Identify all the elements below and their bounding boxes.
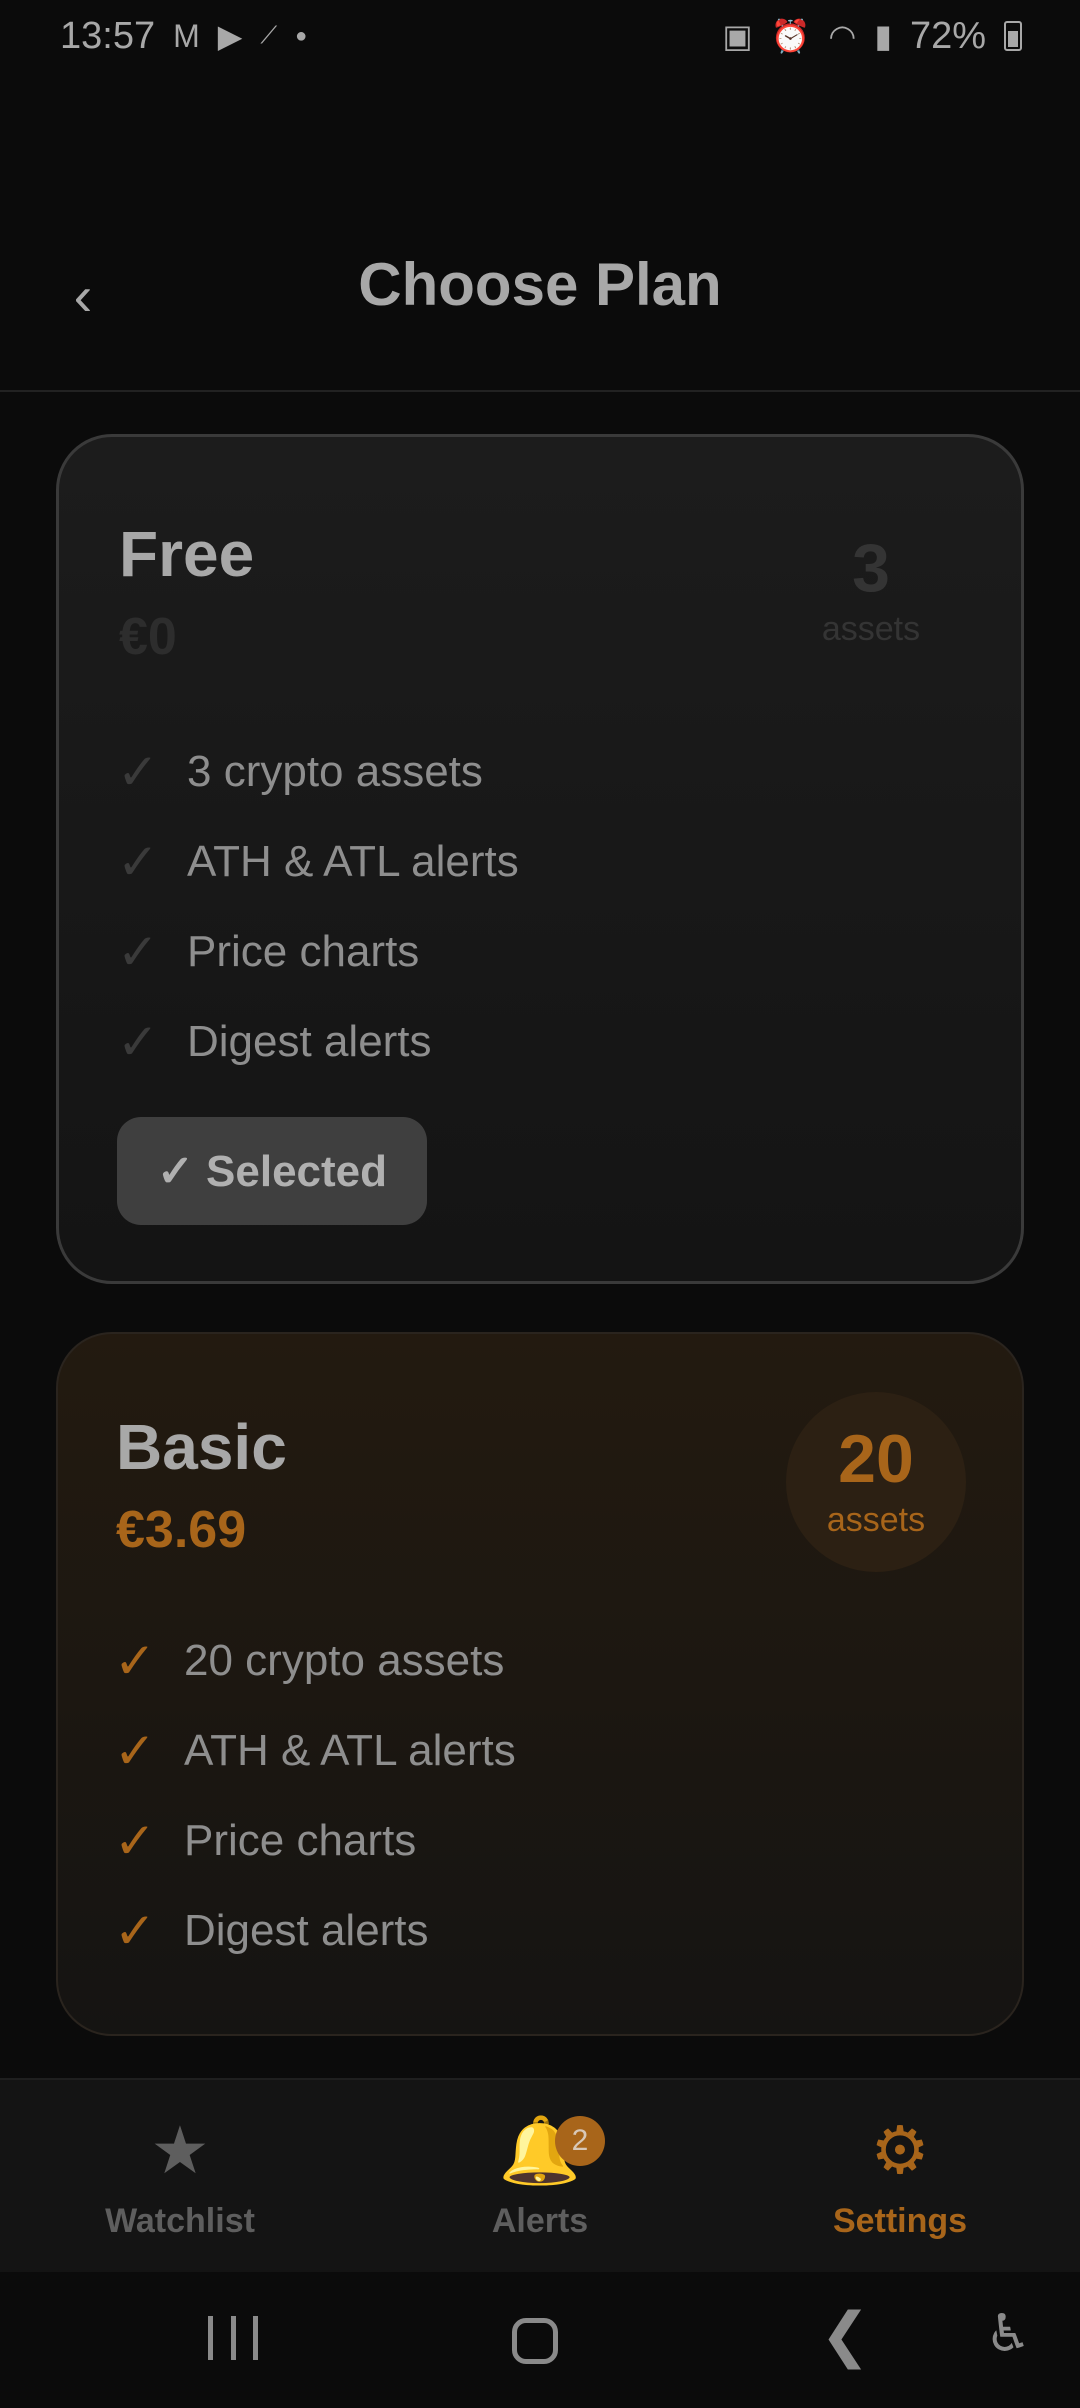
- status-time: 13:57: [60, 14, 156, 57]
- plan-card-basic[interactable]: Basic €3.69 20 assets ✓ 20 crypto assets…: [56, 1332, 1024, 2036]
- battery-icon: [1004, 21, 1022, 51]
- bottom-nav: ★ Watchlist 🔔 2 Alerts ⚙ Settings: [0, 2078, 1080, 2272]
- assets-unit: assets: [821, 609, 921, 648]
- recents-bar: [230, 2316, 236, 2360]
- feature-list: ✓ 20 crypto assets ✓ ATH & ATL alerts ✓ …: [114, 1616, 516, 1976]
- feature-label: Digest alerts: [184, 1906, 429, 1955]
- nav-label: Watchlist: [105, 2201, 255, 2240]
- feature-list: ✓ 3 crypto assets ✓ ATH & ATL alerts ✓ P…: [117, 727, 519, 1087]
- trend-icon: ⟋: [260, 22, 278, 49]
- page-title: Choose Plan: [358, 251, 722, 318]
- assets-count: 20: [838, 1420, 914, 1497]
- home-button[interactable]: [512, 2318, 558, 2364]
- recents-bar: [253, 2316, 258, 2360]
- assets-count: 3: [852, 529, 890, 606]
- accessibility-icon: ♿: [985, 2305, 1032, 2363]
- app-bar: ‹ Choose Plan: [0, 220, 1080, 392]
- feature-item: ✓ 20 crypto assets: [114, 1616, 516, 1706]
- chevron-left-icon: ❮: [820, 2301, 871, 2368]
- alarm-icon: ⏰: [770, 18, 811, 54]
- system-back-button[interactable]: ❮: [820, 2300, 870, 2370]
- status-bar-left: 13:57 M ▶ ⟋ ●: [60, 15, 307, 58]
- youtube-icon: ▶: [217, 18, 243, 54]
- signal-icon: ▮: [874, 18, 892, 54]
- feature-item: ✓ 3 crypto assets: [117, 727, 519, 817]
- plan-price: €3.69: [116, 1501, 247, 1559]
- check-icon: ✓: [114, 1903, 156, 1959]
- battery-saver-icon: ▣: [722, 18, 753, 54]
- feature-label: Digest alerts: [187, 1017, 432, 1066]
- plan-card-free[interactable]: Free €0 3 assets ✓ 3 crypto assets ✓ ATH…: [56, 434, 1024, 1284]
- status-bar: 13:57 M ▶ ⟋ ● ▣ ⏰ ◠ ▮ 72%: [0, 0, 1080, 72]
- nav-item-alerts[interactable]: 🔔 2 Alerts: [360, 2080, 720, 2272]
- recents-button[interactable]: [208, 2310, 258, 2366]
- plan-name: Basic: [116, 1411, 287, 1483]
- nav-label: Settings: [832, 2201, 968, 2240]
- check-icon: ✓: [117, 1014, 159, 1070]
- star-icon: ★: [150, 2112, 210, 2187]
- assets-unit: assets: [826, 1500, 926, 1539]
- system-nav-bar: ❮ ♿: [0, 2272, 1080, 2408]
- check-icon: ✓: [114, 1633, 156, 1689]
- feature-item: ✓ Price charts: [117, 907, 519, 997]
- feature-label: 20 crypto assets: [184, 1636, 505, 1685]
- status-bar-right: ▣ ⏰ ◠ ▮ 72%: [722, 15, 1022, 58]
- feature-item: ✓ Digest alerts: [117, 997, 519, 1087]
- feature-item: ✓ ATH & ATL alerts: [117, 817, 519, 907]
- plan-price: €0: [119, 608, 177, 666]
- feature-item: ✓ ATH & ATL alerts: [114, 1706, 516, 1796]
- feature-label: 3 crypto assets: [187, 747, 483, 796]
- nav-item-settings[interactable]: ⚙ Settings: [720, 2080, 1080, 2272]
- gmail-icon: M: [173, 18, 200, 54]
- feature-label: Price charts: [184, 1816, 417, 1865]
- battery-percent: 72%: [909, 14, 986, 57]
- recents-bar: [208, 2316, 213, 2360]
- check-icon: ✓: [117, 834, 159, 890]
- wifi-icon: ◠: [828, 18, 857, 54]
- feature-item: ✓ Price charts: [114, 1796, 516, 1886]
- check-icon: ✓: [117, 744, 159, 800]
- feature-label: ATH & ATL alerts: [187, 837, 519, 886]
- gear-icon: ⚙: [870, 2112, 930, 2187]
- feature-item: ✓ Digest alerts: [114, 1886, 516, 1976]
- assets-badge: 3 assets: [781, 501, 961, 681]
- accessibility-button[interactable]: ♿: [985, 2304, 1032, 2364]
- check-icon: ✓: [114, 1723, 156, 1779]
- feature-label: ATH & ATL alerts: [184, 1726, 516, 1775]
- assets-badge: 20 assets: [786, 1392, 966, 1572]
- feature-label: Price charts: [187, 927, 420, 976]
- dot-icon: ●: [295, 25, 308, 47]
- nav-label: Alerts: [491, 2201, 589, 2240]
- alerts-count-badge: 2: [555, 2116, 605, 2166]
- nav-item-watchlist[interactable]: ★ Watchlist: [0, 2080, 360, 2272]
- check-icon: ✓: [114, 1813, 156, 1869]
- check-icon: ✓: [117, 924, 159, 980]
- selected-button[interactable]: ✓ Selected: [117, 1117, 427, 1225]
- plan-name: Free: [119, 518, 255, 590]
